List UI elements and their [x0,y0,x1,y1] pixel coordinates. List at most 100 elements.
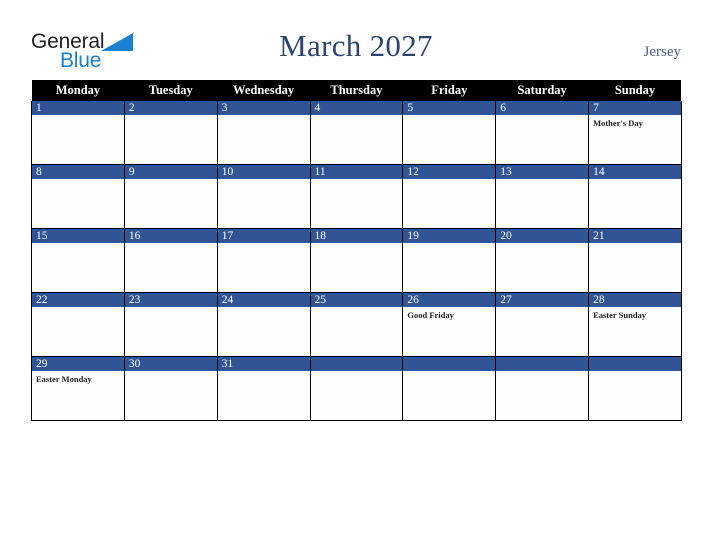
day-number: 18 [310,229,403,243]
day-cell-inner: 10 [217,165,310,228]
day-number: 16 [124,229,217,243]
calendar-day-cell[interactable]: 2 [123,101,218,165]
day-cell-inner: 23 [124,293,217,356]
calendar-week-row: 8 9 10 11 12 13 14 [31,164,682,229]
weekday-header-monday: Monday [31,80,125,101]
calendar-day-cell[interactable]: 10 [216,164,311,229]
day-number: 7 [589,101,681,115]
calendar-day-cell[interactable]: 30 [123,356,218,421]
day-cell-inner: 21 [589,229,681,292]
calendar-day-cell[interactable]: 23 [123,292,218,357]
day-number: 29 [32,357,124,371]
day-event-label: Easter Monday [36,374,92,384]
day-cell-inner: 12 [403,165,496,228]
calendar-day-cell[interactable]: 19 [402,228,497,293]
day-cell-inner: 28 Easter Sunday [589,293,681,356]
calendar-day-cell[interactable]: 27 [495,292,590,357]
calendar-empty-cell [495,356,590,421]
day-event-label: Easter Sunday [593,310,647,320]
day-number: 13 [496,165,589,179]
calendar-week-row: 22 23 24 25 26 Good Friday 27 28 Easter Sunday [31,292,682,357]
day-cell-inner: 17 [217,229,310,292]
calendar-day-cell[interactable]: 28 Easter Sunday [588,292,682,357]
day-number: 8 [32,165,124,179]
calendar-day-cell[interactable]: 7 Mother's Day [588,101,682,165]
day-number: 26 [403,293,496,307]
day-event-label: Mother's Day [593,118,643,128]
calendar-day-cell[interactable]: 25 [309,292,404,357]
calendar-day-cell[interactable]: 6 [495,101,590,165]
day-number: 9 [124,165,217,179]
calendar-body: 1 2 3 4 5 6 7 Mother's Day 8 9 10 11 12 13 14 15 16 17 18 1… [31,101,682,421]
day-cell-inner: 18 [310,229,403,292]
weekday-header-sunday: Sunday [588,80,682,101]
day-cell-inner: 15 [32,229,124,292]
calendar-day-cell[interactable]: 14 [588,164,682,229]
calendar-day-cell[interactable]: 3 [216,101,311,165]
day-number: 31 [217,357,310,371]
day-cell-inner: 11 [310,165,403,228]
calendar-day-cell[interactable]: 16 [123,228,218,293]
weekday-header-friday: Friday [402,80,496,101]
calendar-day-cell[interactable]: 31 [216,356,311,421]
day-number: 28 [589,293,681,307]
calendar-day-cell[interactable]: 12 [402,164,497,229]
day-cell-inner: 14 [589,165,681,228]
calendar-day-cell[interactable]: 24 [216,292,311,357]
day-cell-inner [403,357,496,420]
calendar-empty-cell [588,356,682,421]
calendar-day-cell[interactable]: 11 [309,164,404,229]
calendar-week-row: 15 16 17 18 19 20 21 [31,228,682,293]
day-cell-inner [589,357,681,420]
calendar-day-cell[interactable]: 18 [309,228,404,293]
calendar-empty-cell [402,356,497,421]
page-title: March 2027 [279,28,433,63]
day-event-label: Good Friday [407,310,454,320]
day-cell-inner: 29 Easter Monday [32,357,124,420]
day-cell-inner: 27 [496,293,589,356]
calendar-day-cell[interactable]: 22 [31,292,125,357]
calendar-header-row-group: Monday Tuesday Wednesday Thursday Friday Satu… [31,80,682,101]
day-cell-inner: 20 [496,229,589,292]
weekday-header-saturday: Saturday [495,80,589,101]
calendar-day-cell[interactable]: 5 [402,101,497,165]
day-cell-inner: 7 Mother's Day [589,101,681,164]
calendar-day-cell[interactable]: 15 [31,228,125,293]
day-cell-inner: 31 [217,357,310,420]
day-number: 5 [403,101,496,115]
day-cell-inner [310,357,403,420]
calendar-day-cell[interactable]: 9 [123,164,218,229]
day-number: 2 [124,101,217,115]
page-header: General Blue March 2027 Jersey [0,0,712,80]
day-cell-inner: 2 [124,101,217,164]
calendar-day-cell[interactable]: 1 [31,101,125,165]
day-cell-inner: 30 [124,357,217,420]
day-number: 23 [124,293,217,307]
day-cell-inner: 5 [403,101,496,164]
day-number: 12 [403,165,496,179]
day-number: 21 [589,229,681,243]
calendar-week-row: 29 Easter Monday 30 31 [31,356,682,421]
day-number: 25 [310,293,403,307]
calendar-day-cell[interactable]: 20 [495,228,590,293]
day-number: 15 [32,229,124,243]
day-number: 17 [217,229,310,243]
calendar-day-cell[interactable]: 21 [588,228,682,293]
day-cell-inner: 16 [124,229,217,292]
calendar-day-cell[interactable]: 17 [216,228,311,293]
calendar-empty-cell [309,356,404,421]
calendar-day-cell[interactable]: 29 Easter Monday [31,356,125,421]
calendar-grid-wrapper: Monday Tuesday Wednesday Thursday Friday Satu… [31,80,682,421]
calendar-day-cell[interactable]: 8 [31,164,125,229]
day-number: 4 [310,101,403,115]
calendar-day-cell[interactable]: 26 Good Friday [402,292,497,357]
day-cell-inner: 25 [310,293,403,356]
calendar-day-cell[interactable]: 13 [495,164,590,229]
day-number: 10 [217,165,310,179]
day-cell-inner: 19 [403,229,496,292]
weekday-header-thursday: Thursday [310,80,403,101]
day-number: 19 [403,229,496,243]
calendar-page: General Blue March 2027 Jersey Monday Tue… [0,0,712,550]
day-cell-inner: 13 [496,165,589,228]
calendar-day-cell[interactable]: 4 [309,101,404,165]
